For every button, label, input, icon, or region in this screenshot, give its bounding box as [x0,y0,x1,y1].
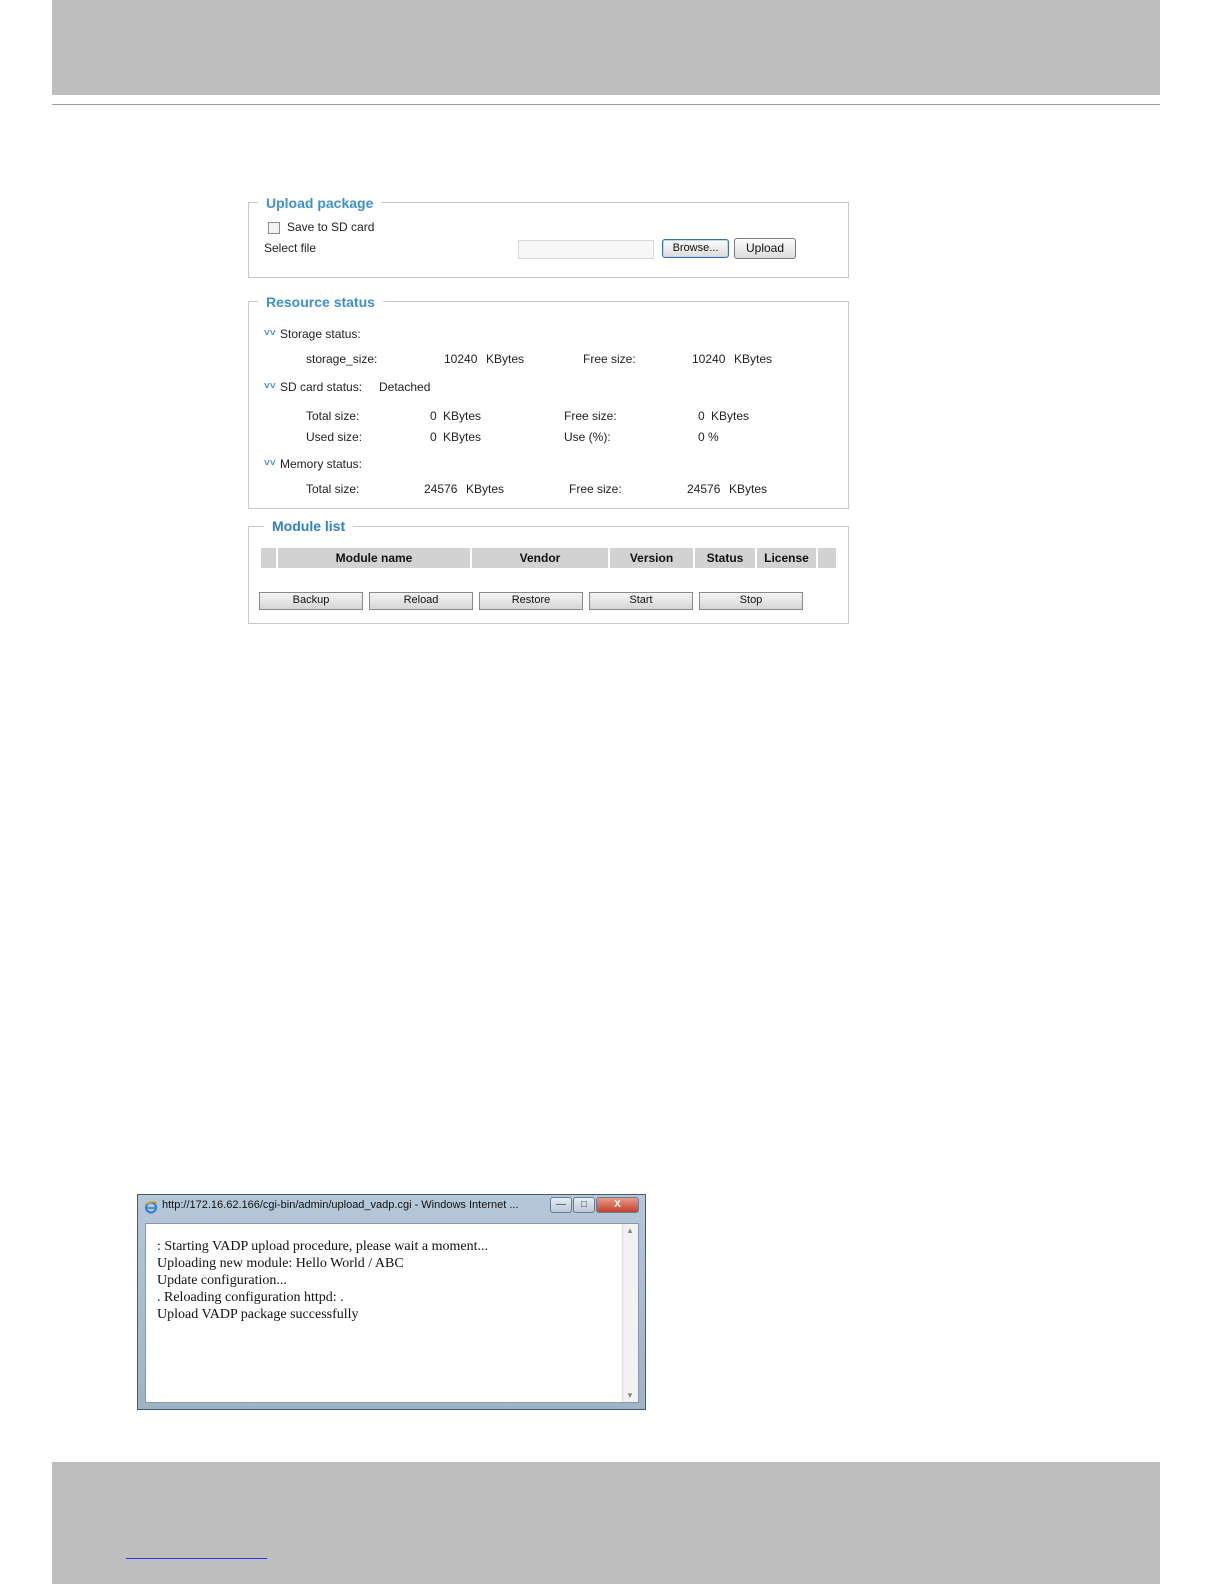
backup-button[interactable]: Backup [259,592,363,610]
footer-link-underline[interactable] [126,1558,267,1559]
storage-free-unit: KBytes [734,352,773,366]
storage-status-chevron-icon[interactable]: ˅˅ [264,328,276,339]
browse-button[interactable]: Browse... [662,239,729,258]
minimize-button[interactable]: — [550,1197,572,1213]
restore-button[interactable]: Restore [479,592,583,610]
status-header[interactable]: Status [695,548,755,568]
storage-free-label: Free size: [583,352,636,366]
sd-total-value: 0 [430,409,437,423]
sd-free-label: Free size: [564,409,617,423]
file-path-input[interactable] [518,240,654,259]
module-name-header[interactable]: Module name [278,548,470,568]
memory-total-label: Total size: [306,482,360,496]
sd-used-value: 0 [430,430,437,444]
window-title: http://172.16.62.166/cgi-bin/admin/uploa… [162,1199,519,1211]
version-header[interactable]: Version [610,548,693,568]
sd-card-status-chevron-icon[interactable]: ˅˅ [264,381,276,392]
storage-size-unit: KBytes [486,352,525,366]
reload-button[interactable]: Reload [369,592,473,610]
log-line: Upload VADP package successfully [157,1307,359,1322]
scroll-up-arrow-icon[interactable]: ▲ [626,1226,634,1235]
storage-size-label: storage_size: [306,352,378,366]
storage-status-heading: Storage status: [280,327,361,341]
header-rule [52,104,1160,105]
stop-button[interactable]: Stop [699,592,803,610]
storage-size-value: 10240 [444,352,478,366]
sd-card-status-heading: SD card status: [280,380,363,394]
sd-free-unit: KBytes [711,409,750,423]
upload-result-window: http://172.16.62.166/cgi-bin/admin/uploa… [137,1194,646,1410]
scroll-down-arrow-icon[interactable]: ▼ [626,1391,634,1400]
memory-status-heading: Memory status: [280,457,363,471]
save-to-sd-checkbox[interactable] [268,222,280,234]
memory-free-unit: KBytes [729,482,768,496]
start-button[interactable]: Start [589,592,693,610]
memory-free-label: Free size: [569,482,622,496]
maximize-button[interactable]: □ [573,1197,595,1213]
sd-used-label: Used size: [306,430,363,444]
module-select-header [261,548,276,568]
upload-button[interactable]: Upload [734,238,796,259]
log-line: Update configuration... [157,1273,287,1288]
memory-total-unit: KBytes [466,482,505,496]
sd-use-pct-value: 0 % [698,430,719,444]
upload-package-legend: Upload package [258,195,382,211]
memory-status-chevron-icon[interactable]: ˅˅ [264,458,276,469]
close-button[interactable]: X [596,1197,639,1213]
sd-total-label: Total size: [306,409,360,423]
memory-free-value: 24576 [687,482,721,496]
page-header-band [52,0,1160,95]
sd-card-state: Detached [379,380,431,394]
log-line: Uploading new module: Hello World / ABC [157,1256,404,1271]
internet-explorer-icon [144,1201,158,1214]
trailing-header [818,548,836,568]
vendor-header[interactable]: Vendor [472,548,608,568]
sd-free-value: 0 [698,409,705,423]
storage-free-value: 10240 [692,352,726,366]
save-to-sd-label: Save to SD card [287,220,375,234]
resource-status-legend: Resource status [258,294,383,310]
select-file-label: Select file [264,241,317,255]
memory-total-value: 24576 [424,482,458,496]
page-footer-band [52,1462,1160,1584]
module-list-legend: Module list [264,518,354,534]
vertical-scrollbar[interactable]: ▲ ▼ [622,1224,638,1402]
sd-total-unit: KBytes [443,409,482,423]
log-line: . Reloading configuration httpd: . [157,1290,344,1305]
license-header[interactable]: License [757,548,816,568]
window-content: : Starting VADP upload procedure, please… [145,1223,639,1403]
log-line: : Starting VADP upload procedure, please… [157,1239,489,1254]
sd-use-pct-label: Use (%): [564,430,611,444]
sd-used-unit: KBytes [443,430,482,444]
